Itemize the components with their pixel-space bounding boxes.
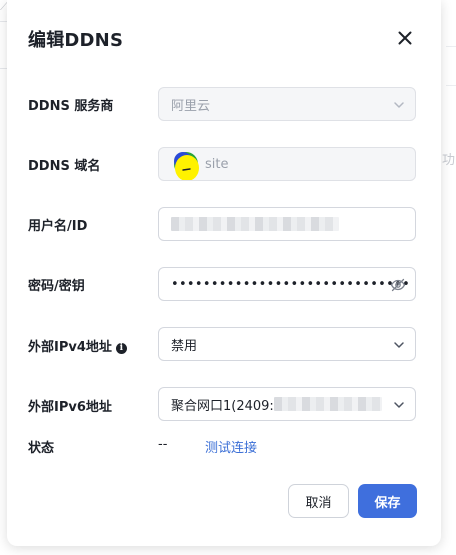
background-text: 功	[442, 153, 456, 168]
password-value: ••••••••••••••••••••••••••••••	[171, 276, 411, 292]
cancel-button[interactable]: 取消	[288, 484, 349, 518]
domain-label: DDNS 域名	[28, 159, 101, 174]
ipv4-value: 禁用	[171, 338, 198, 354]
password-input[interactable]: ••••••••••••••••••••••••••••••	[158, 267, 416, 301]
status-value: --	[158, 437, 168, 452]
ipv4-select[interactable]: 禁用	[158, 327, 416, 361]
ipv6-select[interactable]: 聚合网口1(2409:	[158, 387, 416, 421]
chevron-down-icon	[394, 102, 404, 108]
avatar	[174, 152, 199, 180]
password-label: 密码/密钥	[28, 279, 85, 294]
domain-field[interactable]: site	[158, 147, 416, 181]
provider-select[interactable]: 阿里云	[158, 87, 416, 121]
edit-ddns-dialog: 编辑DDNS DDNS 服务商 阿里云 DDNS 域名 site 用户名/ID …	[7, 0, 441, 546]
status-label: 状态	[28, 441, 55, 456]
chevron-down-icon	[394, 342, 404, 348]
ipv4-label-text: 外部IPv4地址	[28, 340, 112, 355]
background-divider	[446, 46, 456, 47]
close-icon	[398, 31, 412, 45]
eye-off-icon[interactable]	[390, 277, 406, 293]
close-button[interactable]	[393, 26, 417, 50]
chevron-down-icon	[394, 402, 404, 408]
provider-label: DDNS 服务商	[28, 99, 114, 114]
domain-value: site	[205, 156, 229, 172]
redacted-ipv6	[273, 397, 382, 411]
test-connection-link[interactable]: 测试连接	[205, 437, 257, 456]
page: ⟋ 功 编辑DDNS DDNS 服务商 阿里云 DDNS 域名 site 用户名…	[0, 0, 456, 555]
ipv6-value: 聚合网口1(2409:	[171, 398, 274, 414]
provider-value: 阿里云	[171, 98, 211, 114]
background-divider	[446, 85, 456, 86]
ipv4-label: 外部IPv4地址 i	[28, 336, 127, 355]
info-icon[interactable]: i	[115, 343, 127, 354]
dialog-title: 编辑DDNS	[28, 30, 124, 51]
save-button[interactable]: 保存	[358, 484, 417, 518]
username-input[interactable]	[158, 207, 416, 241]
redacted-username	[171, 217, 339, 231]
username-label: 用户名/ID	[28, 219, 88, 234]
ipv6-label: 外部IPv6地址	[28, 400, 112, 415]
